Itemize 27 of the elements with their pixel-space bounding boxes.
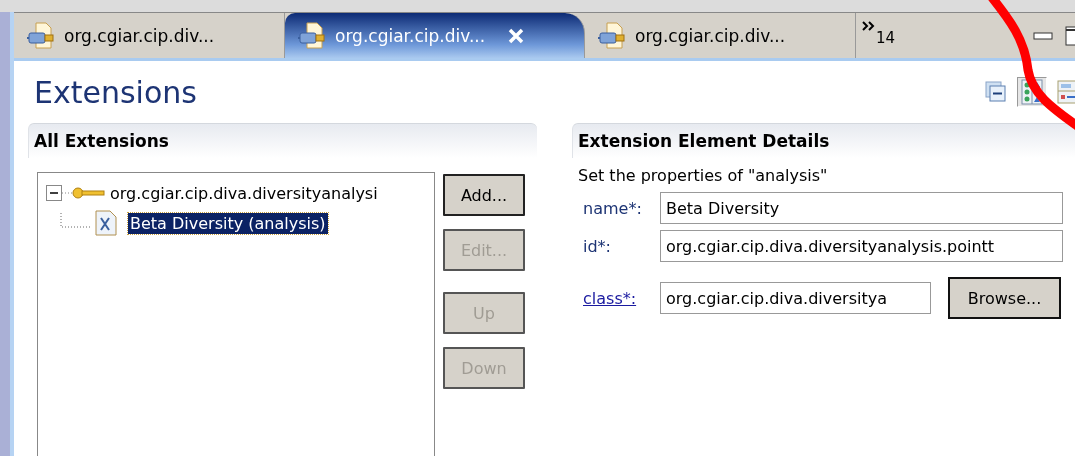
xml-file-icon xyxy=(94,209,118,237)
section-header: All Extensions xyxy=(28,123,537,158)
key-icon xyxy=(62,185,108,201)
text-field[interactable]: org.cgiar.cip.diva.diversityanalysis.pointt xyxy=(660,230,1063,262)
editor-tab[interactable]: org.cgiar.cip.div... xyxy=(285,13,585,58)
section-header: Extension Element Details xyxy=(572,123,1075,158)
browse-button[interactable]: Browse... xyxy=(948,277,1061,319)
tree-item[interactable]: org.cgiar.cip.diva.diversityanalysi xyxy=(108,182,380,204)
section-description: Set the properties of "analysis" xyxy=(577,165,829,187)
double-chevron-icon xyxy=(862,21,876,31)
field-label: name*: xyxy=(583,198,643,218)
layout-rows-icon xyxy=(1057,80,1075,104)
field-link[interactable]: class*: xyxy=(583,288,651,308)
text-field[interactable]: Beta Diversity xyxy=(660,192,1063,224)
collapse-all-icon xyxy=(985,81,1007,103)
plugin-file-icon xyxy=(297,21,327,50)
plugin-file-icon xyxy=(597,21,627,50)
text-field[interactable]: org.cgiar.cip.diva.diversitya xyxy=(660,282,931,314)
tree-item[interactable]: Beta Diversity (analysis) xyxy=(128,212,328,234)
field-label: id*: xyxy=(583,236,612,256)
page-title: Extensions xyxy=(34,74,197,110)
collapse-toggle-icon[interactable] xyxy=(46,185,62,201)
close-icon[interactable] xyxy=(507,26,526,45)
action-button[interactable]: Add... xyxy=(443,174,525,216)
tab-overflow-button[interactable]: 14 xyxy=(856,13,902,58)
minimize-icon[interactable] xyxy=(1033,31,1053,40)
plugin-file-icon xyxy=(26,21,56,50)
